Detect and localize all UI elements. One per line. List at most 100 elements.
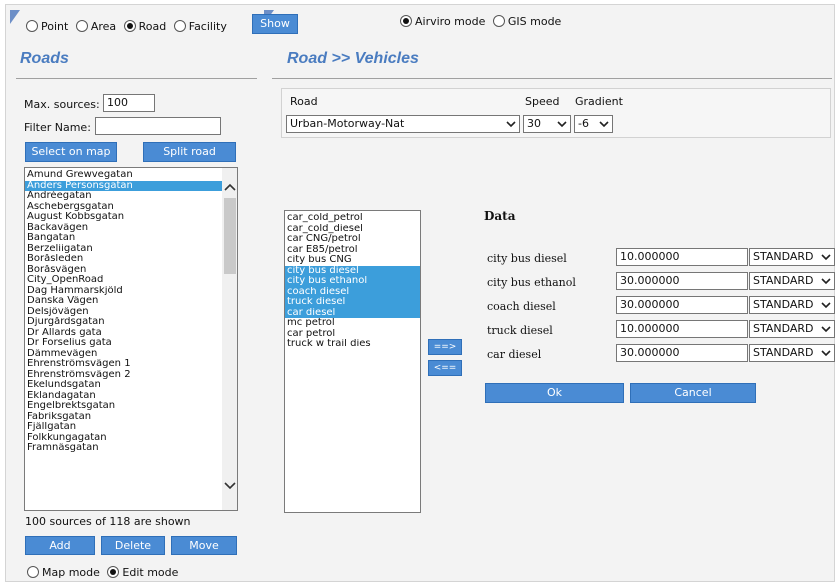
road-list-item[interactable]: Andréegatan [25,191,222,202]
roads-divider [16,78,257,79]
vehicle-list-item[interactable]: city bus ethanol [285,276,420,287]
vehicle-list-item[interactable]: coach diesel [285,286,420,297]
chevron-down-icon [599,121,609,128]
road-list-item[interactable]: Engelbrektsgatan [25,401,222,412]
scroll-up-icon[interactable] [222,180,238,196]
vehicle-list-item[interactable]: car CNG/petrol [285,234,420,245]
road-list-item[interactable]: Folkkungagatan [25,433,222,444]
road-list-item[interactable]: Ekelundsgatan [25,380,222,391]
filter-name-input[interactable] [95,117,221,135]
road-list-item[interactable]: Bangatan [25,233,222,244]
road-list-item[interactable]: Danska Vägen [25,296,222,307]
road-list-item[interactable]: Anders Personsgatan [25,180,222,191]
roads-scrollbar-thumb[interactable] [224,198,236,274]
road-list-item[interactable]: Boråsleden [25,254,222,265]
road-list-item[interactable]: Fabriksgatan [25,412,222,423]
move-button[interactable]: Move [171,536,237,555]
road-list-item[interactable]: Backavägen [25,223,222,234]
radio-road[interactable] [123,20,136,32]
radio-edit-mode-label: Edit mode [122,565,179,579]
split-road-button[interactable]: Split road [143,142,236,162]
data-row-type-select[interactable]: STANDARD [749,248,835,266]
data-row-label: car diesel [487,348,542,361]
radio-area-label: Area [90,19,117,33]
road-list-item[interactable]: Dag Hammarskjöld [25,286,222,297]
edit-mode-radio-group: Map mode Edit mode [27,565,182,579]
radio-edit-mode[interactable] [107,566,120,578]
filter-name-label: Filter Name: [24,121,91,134]
road-vehicles-title: Road >> Vehicles [287,50,419,67]
data-row-value-input[interactable]: 30.000000 [616,344,748,362]
data-row-type-select[interactable]: STANDARD [749,272,835,290]
road-list-item[interactable]: Eklandagatan [25,391,222,402]
chevron-down-icon [821,254,831,261]
max-sources-input[interactable]: 100 [103,94,155,112]
vehicle-list-item[interactable]: car_cold_diesel [285,224,420,235]
data-row-value-input[interactable]: 30.000000 [616,272,748,290]
road-list-item[interactable]: Dämmevägen [25,349,222,360]
show-button[interactable]: Show [252,14,298,34]
delete-button[interactable]: Delete [101,536,165,555]
radio-gis-mode-label: GIS mode [507,14,562,28]
radio-facility[interactable] [173,20,186,32]
radio-point-label: Point [41,19,69,33]
road-list-item[interactable]: Framnäsgatan [25,443,222,454]
road-list-item[interactable]: Dr Allards gata [25,328,222,339]
scroll-down-icon[interactable] [222,478,238,494]
road-list-item[interactable]: Berzeliigatan [25,244,222,255]
roads-listbox[interactable]: Amund Grewvegatan Anders Personsgatan Andr… [24,167,238,511]
vehicle-list-item[interactable]: city bus CNG [285,255,420,266]
road-list-item[interactable]: Ehrenströmsvägen 2 [25,370,222,381]
chevron-down-icon [821,278,831,285]
add-button[interactable]: Add [25,536,95,555]
road-list-item[interactable]: Djurgårdsgatan [25,317,222,328]
radio-gis-mode[interactable] [492,15,505,27]
road-list-item[interactable]: Aschebergsgatan [25,202,222,213]
gradient-select[interactable]: -6 [574,115,613,133]
vehicles-listbox[interactable]: car_cold_petrol car_cold_diesel car CNG/pe… [284,210,421,513]
corner-tab-decoration [10,10,20,24]
vehicle-list-item[interactable]: car petrol [285,329,420,340]
road-list-item[interactable]: Boråsvägen [25,265,222,276]
vehicle-list-item[interactable]: mc petrol [285,318,420,329]
remove-vehicle-arrow-button[interactable]: <== [428,360,462,376]
vehicle-list-item[interactable]: truck w trail dies [285,339,420,350]
data-row-value-input[interactable]: 30.000000 [616,296,748,314]
data-row-type-select[interactable]: STANDARD [749,344,835,362]
radio-airviro-mode[interactable] [400,15,412,27]
cancel-button[interactable]: Cancel [630,383,756,403]
data-row-type-select[interactable]: STANDARD [749,320,835,338]
radio-area[interactable] [75,20,88,32]
road-list-item[interactable]: City_OpenRoad [25,275,222,286]
add-vehicle-arrow-button[interactable]: ==> [428,339,462,355]
radio-airviro-mode-label: Airviro mode [415,14,486,28]
road-label: Road [290,95,318,108]
ok-button[interactable]: Ok [485,383,624,403]
road-type-select[interactable]: Urban-Motorway-Nat [286,115,520,133]
data-row-type-value: STANDARD [753,250,814,263]
data-row-label: city bus diesel [487,252,567,265]
road-list-item[interactable]: August Kobbsgatan [25,212,222,223]
road-list-item[interactable]: Delsjövägen [25,307,222,318]
data-row-value-input[interactable]: 10.000000 [616,248,748,266]
road-list-item[interactable]: Amund Grewvegatan [25,170,222,181]
radio-point[interactable] [26,20,38,32]
data-row-value-input[interactable]: 10.000000 [616,320,748,338]
data-row-type-select[interactable]: STANDARD [749,296,835,314]
vehicle-list-item[interactable]: car E85/petrol [285,245,420,256]
max-sources-label: Max. sources: [24,98,100,111]
road-list-item[interactable]: Fjällgatan [25,422,222,433]
chevron-down-icon [821,302,831,309]
road-list-item[interactable]: Dr Forselius gata [25,338,222,349]
radio-map-mode[interactable] [27,566,39,578]
speed-value: 30 [527,117,541,130]
vehicle-list-item[interactable]: car diesel [285,307,420,318]
select-on-map-button[interactable]: Select on map [25,142,117,162]
vehicle-list-item[interactable]: car_cold_petrol [285,213,420,224]
road-list-item[interactable]: Ehrenströmsvägen 1 [25,359,222,370]
speed-select[interactable]: 30 [523,115,571,133]
roads-scrollbar[interactable] [222,168,238,510]
vehicles-items: car_cold_petrol car_cold_diesel car CNG/pe… [285,211,420,350]
vehicle-list-item[interactable]: city bus diesel [285,265,420,276]
vehicle-list-item[interactable]: truck diesel [285,297,420,308]
